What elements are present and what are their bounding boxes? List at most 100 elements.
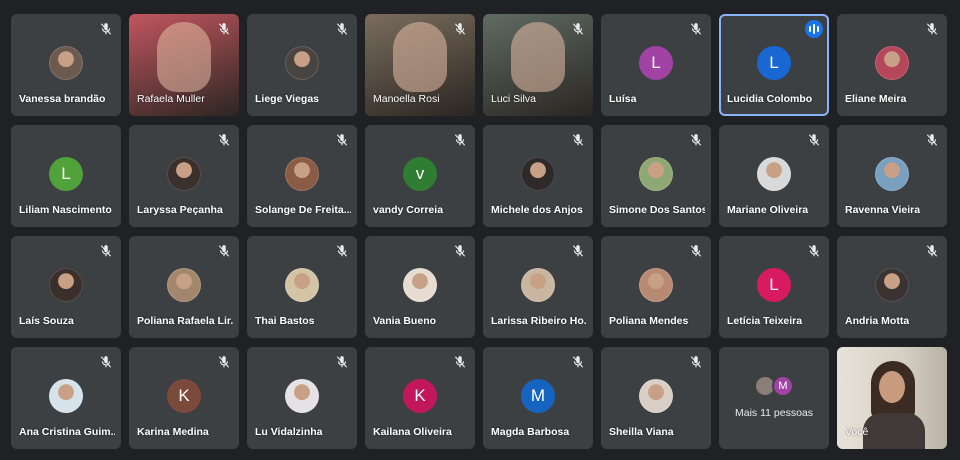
participant-name: Liege Viegas (255, 93, 320, 105)
more-participants-tile[interactable]: M Mais 11 pessoas (719, 347, 829, 449)
participant-tile[interactable]: Ravenna Vieira (837, 125, 947, 227)
participant-tile[interactable]: Lu Vidalzinha (247, 347, 357, 449)
participant-name: Laís Souza (19, 315, 74, 327)
mic-off-icon (689, 22, 703, 36)
mic-off-icon (925, 22, 939, 36)
video-feed (511, 22, 565, 92)
participant-tile[interactable]: Larissa Ribeiro Ho... (483, 236, 593, 338)
participant-tile[interactable]: K Kailana Oliveira (365, 347, 475, 449)
participant-name: Rafaela Muller (137, 93, 205, 105)
mic-off-icon (335, 244, 349, 258)
participant-name: Larissa Ribeiro Ho... (491, 315, 587, 327)
mic-off-icon (217, 22, 231, 36)
avatar-photo (285, 379, 319, 413)
mic-off-icon (807, 133, 821, 147)
mic-off-icon (99, 22, 113, 36)
mic-off-icon (453, 133, 467, 147)
participant-name: Vania Bueno (373, 315, 437, 327)
participant-tile[interactable]: Mariane Oliveira (719, 125, 829, 227)
participant-tile[interactable]: Thai Bastos (247, 236, 357, 338)
avatar-photo (875, 157, 909, 191)
participant-name: Kailana Oliveira (373, 426, 452, 438)
participant-name: Liliam Nascimento (19, 204, 112, 216)
participant-tile[interactable]: L Letícia Teixeira (719, 236, 829, 338)
participant-name: Mariane Oliveira (727, 204, 809, 216)
participant-name: Ravenna Vieira (845, 204, 921, 216)
mic-off-icon (925, 133, 939, 147)
mic-off-icon (217, 244, 231, 258)
avatar-photo (49, 46, 83, 80)
more-avatars: M (754, 375, 794, 397)
participant-tile[interactable]: Liege Viegas (247, 14, 357, 116)
speaking-indicator-icon (805, 20, 823, 38)
participant-tile[interactable]: K Karina Medina (129, 347, 239, 449)
participant-tile[interactable]: Eliane Meira (837, 14, 947, 116)
participant-tile[interactable]: Sheilla Viana (601, 347, 711, 449)
participant-tile[interactable]: Rafaela Muller (129, 14, 239, 116)
mic-off-icon (99, 355, 113, 369)
participant-tile[interactable]: v vandy Correia (365, 125, 475, 227)
participant-name: Simone Dos Santos (609, 204, 705, 216)
mic-off-icon (571, 133, 585, 147)
avatar-initial: L (49, 157, 83, 191)
participant-name: vandy Correia (373, 204, 444, 216)
self-video-tile[interactable]: Você (837, 347, 947, 449)
participant-tile[interactable]: Poliana Mendes (601, 236, 711, 338)
participant-name: Sheilla Viana (609, 426, 674, 438)
mic-off-icon (217, 355, 231, 369)
avatar-photo (49, 268, 83, 302)
participant-tile[interactable]: M Magda Barbosa (483, 347, 593, 449)
participant-tile[interactable]: L Lucidia Colombo (719, 14, 829, 116)
participant-tile[interactable]: Michele dos Anjos (483, 125, 593, 227)
avatar-initial: M (521, 379, 555, 413)
participant-name: Eliane Meira (845, 93, 907, 105)
mic-off-icon (571, 244, 585, 258)
avatar-initial: M (772, 375, 794, 397)
participant-tile[interactable]: Vania Bueno (365, 236, 475, 338)
participant-name: Letícia Teixeira (727, 315, 803, 327)
participant-name: Andria Motta (845, 315, 910, 327)
participant-name: Luísa (609, 93, 637, 105)
avatar-photo (167, 157, 201, 191)
avatar-photo (639, 379, 673, 413)
avatar-initial: v (403, 157, 437, 191)
participant-name: Poliana Rafaela Lir... (137, 315, 233, 327)
participant-tile[interactable]: Ana Cristina Guim... (11, 347, 121, 449)
participant-tile[interactable]: Laís Souza (11, 236, 121, 338)
participant-tile[interactable]: Laryssa Peçanha (129, 125, 239, 227)
participant-name: Poliana Mendes (609, 315, 689, 327)
participant-tile[interactable]: L Liliam Nascimento (11, 125, 121, 227)
more-participants-label: Mais 11 pessoas (734, 407, 813, 419)
participant-tile[interactable]: Simone Dos Santos (601, 125, 711, 227)
mic-off-icon (689, 355, 703, 369)
avatar-photo (285, 157, 319, 191)
participant-name: Lu Vidalzinha (255, 426, 323, 438)
avatar-photo (639, 268, 673, 302)
participant-name: Magda Barbosa (491, 426, 570, 438)
mic-off-icon (335, 355, 349, 369)
avatar-initial: K (167, 379, 201, 413)
mic-off-icon (453, 244, 467, 258)
participant-tile[interactable]: Luci Silva (483, 14, 593, 116)
participant-tile[interactable]: Solange De Freita... (247, 125, 357, 227)
mic-off-icon (217, 133, 231, 147)
avatar-initial: L (639, 46, 673, 80)
participant-tile[interactable]: L Luísa (601, 14, 711, 116)
participant-name: Ana Cristina Guim... (19, 426, 115, 438)
participant-tile[interactable]: Manoella Rosi (365, 14, 475, 116)
avatar-photo (403, 268, 437, 302)
mic-off-icon (335, 133, 349, 147)
participant-name: Thai Bastos (255, 315, 315, 327)
participant-tile[interactable]: Poliana Rafaela Lir... (129, 236, 239, 338)
participant-name: Laryssa Peçanha (137, 204, 223, 216)
mic-off-icon (335, 22, 349, 36)
mic-off-icon (453, 355, 467, 369)
mic-off-icon (99, 244, 113, 258)
avatar-photo (285, 46, 319, 80)
participant-tile[interactable]: Andria Motta (837, 236, 947, 338)
avatar-initial: L (757, 46, 791, 80)
mic-off-icon (571, 355, 585, 369)
avatar-initial: L (757, 268, 791, 302)
participant-tile[interactable]: Vanessa brandão (11, 14, 121, 116)
avatar-photo (521, 268, 555, 302)
